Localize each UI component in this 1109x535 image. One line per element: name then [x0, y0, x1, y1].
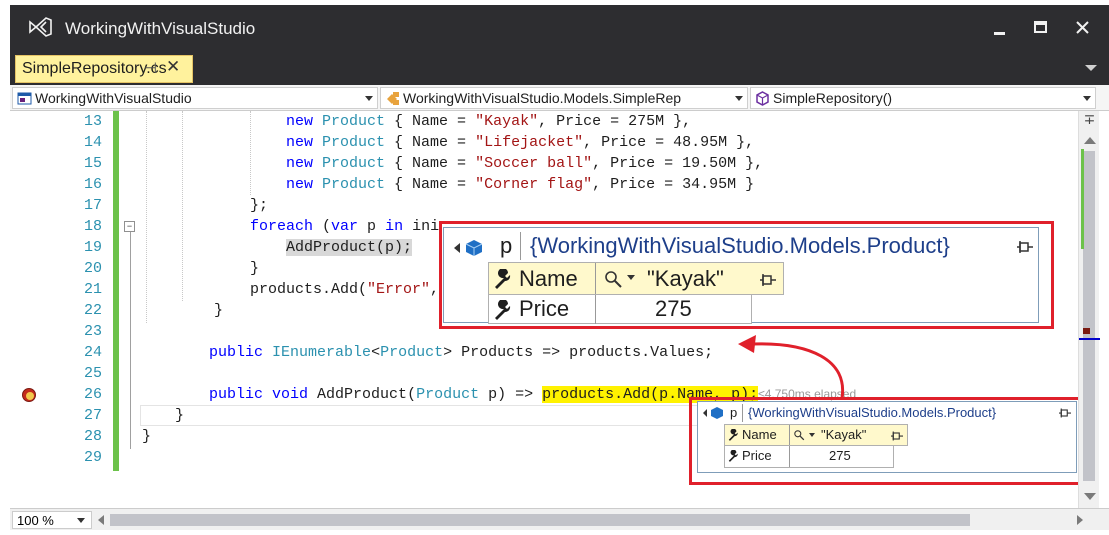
- line-number: 22: [83, 302, 102, 319]
- line-number: 13: [83, 113, 102, 130]
- outline-bracket: [130, 229, 131, 449]
- caret-marker: [1079, 338, 1100, 340]
- split-window-icon[interactable]: ∓: [1082, 112, 1097, 128]
- zoom-dropdown[interactable]: 100 %: [12, 511, 92, 529]
- project-dropdown[interactable]: WorkingWithVisualStudio: [12, 87, 378, 109]
- type-dropdown[interactable]: WorkingWithVisualStudio.Models.SimpleRep: [380, 87, 748, 109]
- chevron-down-icon: [77, 518, 85, 523]
- line-number: 17: [83, 197, 102, 214]
- current-line-box: [140, 405, 760, 426]
- maximize-icon[interactable]: [1026, 13, 1056, 43]
- document-tab-strip: SimpleRepository.cs ⊣ ✕: [10, 53, 1109, 85]
- line-number: 15: [83, 155, 102, 172]
- chevron-down-icon: [365, 96, 373, 101]
- callout-box-large: [439, 221, 1054, 329]
- indent-guide: [182, 111, 183, 301]
- project-dropdown-label: WorkingWithVisualStudio: [35, 90, 192, 106]
- change-marker: [1081, 149, 1084, 249]
- code-line-18: foreach (var p in ini: [250, 218, 440, 235]
- code-line-21: products.Add("Error",: [250, 281, 440, 298]
- indent-guide: [146, 111, 147, 323]
- scroll-thumb[interactable]: [1083, 151, 1095, 481]
- tab-overflow-icon[interactable]: [1085, 65, 1097, 71]
- callout-box-small: [689, 397, 1099, 485]
- code-line-20: }: [250, 260, 260, 277]
- scroll-left-icon[interactable]: [98, 515, 104, 525]
- scroll-right-icon[interactable]: [1077, 515, 1083, 525]
- line-number: 21: [83, 281, 102, 298]
- member-dropdown-label: SimpleRepository(): [773, 90, 893, 106]
- change-tracking-bar: [113, 111, 119, 471]
- window-title: WorkingWithVisualStudio: [65, 19, 256, 38]
- code-line-17: };: [250, 197, 269, 214]
- scroll-down-icon[interactable]: [1084, 493, 1096, 500]
- member-dropdown[interactable]: SimpleRepository(): [750, 87, 1096, 109]
- callout-arrow-icon: [738, 335, 845, 399]
- navigation-bar: WorkingWithVisualStudio WorkingWithVisua…: [10, 85, 1109, 111]
- code-line-13: new Product { Name = "Kayak", Price = 27…: [286, 113, 692, 130]
- line-number: 23: [83, 323, 102, 340]
- line-number: 29: [83, 449, 102, 466]
- code-line-15: new Product { Name = "Soccer ball", Pric…: [286, 155, 764, 172]
- visual-studio-logo-icon: [29, 17, 52, 37]
- line-number: 20: [83, 260, 102, 277]
- method-icon: [756, 91, 769, 106]
- type-dropdown-label: WorkingWithVisualStudio.Models.SimpleRep: [403, 90, 682, 106]
- minimize-icon[interactable]: [985, 13, 1015, 43]
- horizontal-scrollbar-row: 100 %: [10, 508, 1109, 530]
- line-number: 24: [83, 344, 102, 361]
- pin-icon[interactable]: ⊣: [144, 59, 157, 77]
- title-bar: WorkingWithVisualStudio: [10, 5, 1109, 53]
- breakpoint-icon[interactable]: [22, 388, 36, 402]
- indent-guide: [250, 111, 251, 195]
- tab-simplerepository[interactable]: SimpleRepository.cs ⊣ ✕: [15, 55, 193, 83]
- line-number: 14: [83, 134, 102, 151]
- code-line-28: }: [142, 428, 152, 445]
- breakpoint-arrow: [26, 392, 34, 400]
- code-line-22: }: [214, 302, 224, 319]
- tab-close-icon[interactable]: ✕: [166, 57, 180, 77]
- zoom-level: 100 %: [17, 513, 54, 528]
- vertical-scrollbar[interactable]: ∓: [1078, 111, 1100, 508]
- line-number: 25: [83, 365, 102, 382]
- line-number: 16: [83, 176, 102, 193]
- line-number: 27: [83, 407, 102, 424]
- csharp-project-icon: [17, 92, 32, 105]
- collapse-icon[interactable]: −: [124, 221, 135, 232]
- breakpoint-marker: [1083, 328, 1090, 334]
- chevron-down-icon: [735, 96, 743, 101]
- code-line-27: }: [175, 407, 185, 424]
- scroll-up-icon[interactable]: [1084, 137, 1096, 144]
- chevron-down-icon: [1083, 96, 1091, 101]
- horizontal-scroll-thumb[interactable]: [110, 514, 970, 526]
- line-number: 26: [83, 386, 102, 403]
- line-number: 18: [83, 218, 102, 235]
- code-line-19: AddProduct(p);: [286, 239, 413, 256]
- close-icon[interactable]: [1068, 13, 1098, 43]
- code-line-24: public IEnumerable<Product> Products => …: [209, 344, 714, 361]
- code-line-14: new Product { Name = "Lifejacket", Price…: [286, 134, 755, 151]
- code-line-16: new Product { Name = "Corner flag", Pric…: [286, 176, 755, 193]
- class-icon: [387, 92, 399, 105]
- line-number: 28: [83, 428, 102, 445]
- breakpoint-margin[interactable]: [10, 111, 42, 508]
- line-number: 19: [83, 239, 102, 256]
